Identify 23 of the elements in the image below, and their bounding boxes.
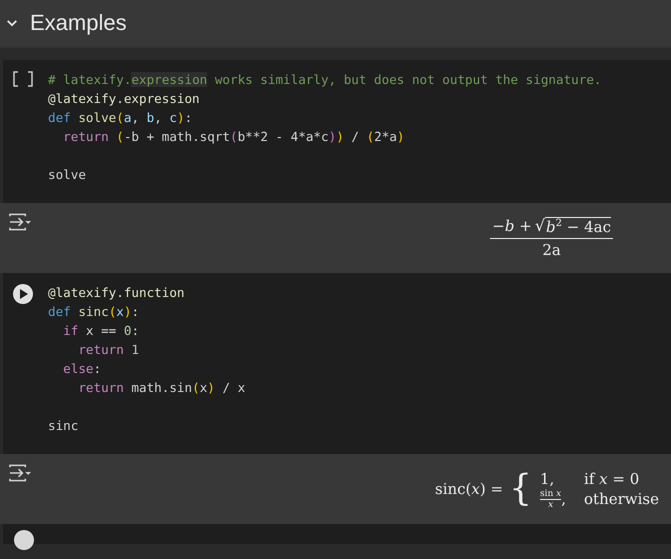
code-line: if x == 0: [62,322,140,340]
chevron-icon[interactable] [6,19,18,27]
code-line: # latexify.expression works similarly, but does not output the signature. [48,71,602,89]
code-editor[interactable]: @latexify.function def sinc(x): if x == 0: return 1 else: return math.sin(x) / x sinc [48,283,246,454]
code-line: def solve(a, b, c): [48,109,194,127]
run-button[interactable] [14,530,34,550]
code-line: return (-b + math.sqrt(b**2 - 4*a*c)) / (2*a) [62,128,406,146]
code-line: @latexify.function [48,284,186,302]
code-line: def sinc(x): [48,303,140,321]
run-button[interactable] [13,71,33,87]
code-editor[interactable]: # latexify.expression works similarly, but does not output the signature. @latexify.expression def solve(a, b, c): return (-b + math.sqrt(b**2 - 4*a*c)) / (2*a) solve [48,70,602,203]
output-toggle-icon[interactable] [9,213,32,231]
math-formula: −b + √b$^{2}$ − 4ac 2a [490,216,613,260]
code-line: solve [48,166,87,184]
code-line: sinc [48,417,80,435]
output-toggle-icon[interactable] [9,464,32,482]
code-line: @latexify.expression [48,90,201,108]
code-line: return 1 [77,341,140,359]
run-button[interactable] [12,284,32,304]
code-line: return math.sin(x) / x [77,379,246,397]
section-title: Examples [30,10,127,36]
code-line: else: [62,360,102,378]
math-formula: sinc(x) = { 1, if x = 0 sin x x , otherwise [435,468,659,510]
